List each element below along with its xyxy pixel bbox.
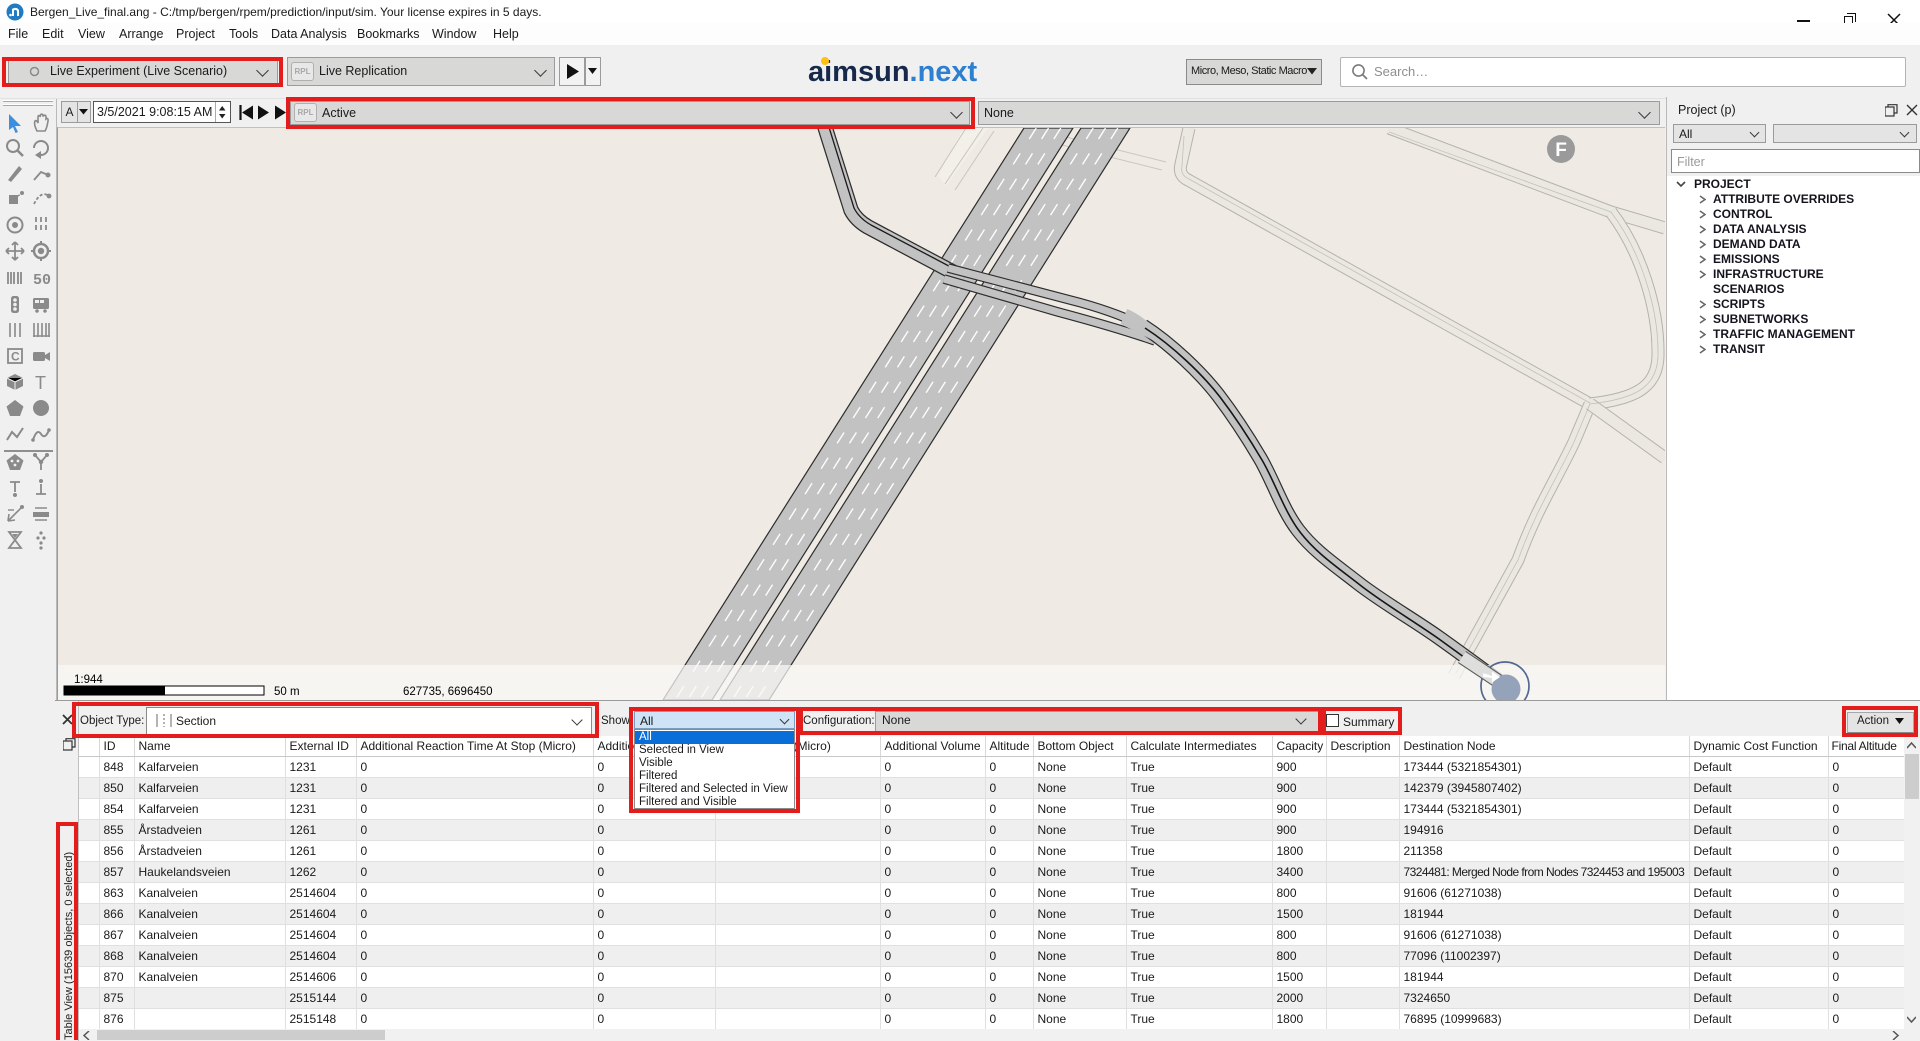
- svg-text:T: T: [35, 373, 46, 393]
- svg-text:50: 50: [33, 272, 51, 289]
- svg-text:50 m: 50 m: [274, 686, 300, 698]
- svg-text:C: C: [11, 350, 20, 364]
- svg-text:1:944: 1:944: [74, 674, 103, 686]
- svg-text:627735, 6696450: 627735, 6696450: [403, 686, 493, 698]
- svg-text:F: F: [1555, 140, 1567, 161]
